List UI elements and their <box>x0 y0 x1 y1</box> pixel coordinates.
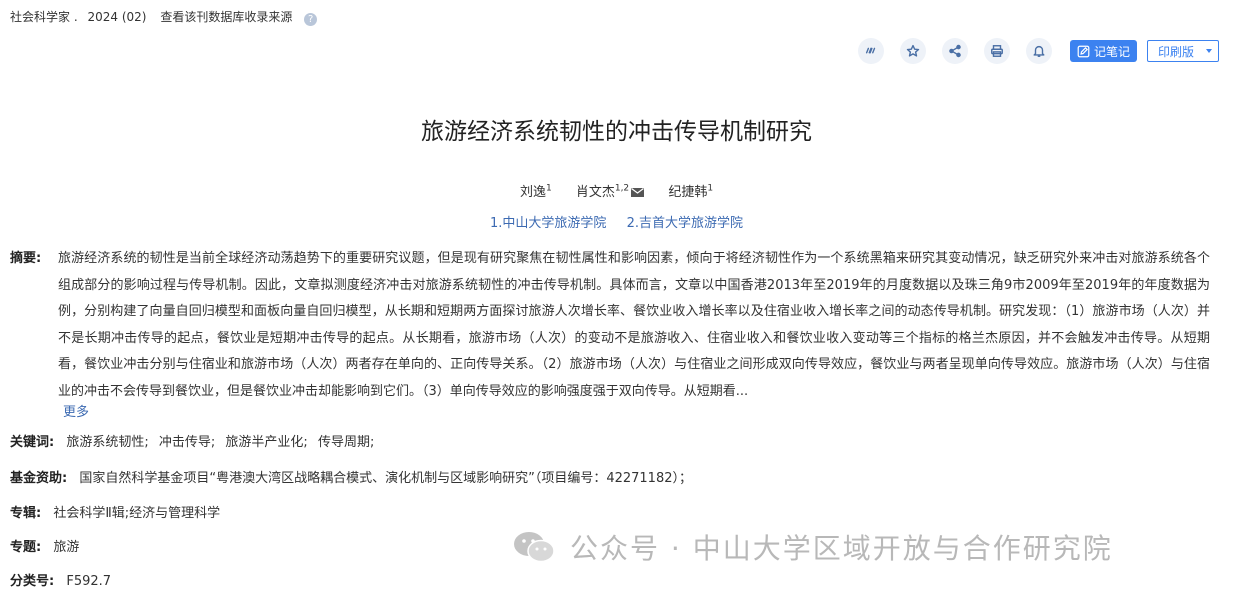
abstract-section: 摘要: 旅游经济系统的韧性是当前全球经济动荡趋势下的重要研究议题，但是现有研究聚… <box>10 246 1210 405</box>
share-icon[interactable] <box>941 38 968 64</box>
caret-down-icon <box>1206 49 1212 53</box>
print-edition-label: 印刷版 <box>1157 44 1194 59</box>
topic-label: 专题: <box>10 540 42 555</box>
db-source-link[interactable]: 查看该刊数据库收录来源 <box>160 10 292 24</box>
keyword-3[interactable]: 旅游半产业化; <box>225 435 307 450</box>
topic-row: 专题: 旅游 <box>10 536 79 555</box>
print-icon[interactable] <box>983 38 1010 64</box>
take-note-button[interactable]: 记笔记 <box>1069 40 1137 62</box>
keywords-label: 关键词: <box>10 435 55 450</box>
wechat-icon <box>514 532 555 563</box>
abstract-more-link[interactable]: 更多 <box>63 401 89 420</box>
watermark-text: 公众号 · 中山大学区域开放与合作研究院 <box>570 532 1113 565</box>
author-2[interactable]: 肖文杰1,2 <box>576 184 645 200</box>
fund-row: 基金资助: 国家自然科学基金项目“粤港澳大湾区战略耦合模式、演化机制与区域影响研… <box>10 467 692 486</box>
take-note-label: 记笔记 <box>1093 44 1130 59</box>
source-separator: . <box>73 10 78 24</box>
print-edition-dropdown[interactable]: 印刷版 <box>1146 40 1219 62</box>
classification-value: F592.7 <box>66 574 112 589</box>
help-icon[interactable]: ? <box>304 13 318 26</box>
classification-row: 分类号: F592.7 <box>10 570 111 589</box>
affiliation-2[interactable]: 2.吉首大学旅游学院 <box>627 216 743 231</box>
topic-value: 旅游 <box>53 540 80 555</box>
author-1[interactable]: 刘逸1 <box>520 184 552 200</box>
keyword-1[interactable]: 旅游系统韧性; <box>66 435 148 450</box>
fund-value[interactable]: 国家自然科学基金项目“粤港澳大湾区战略耦合模式、演化机制与区域影响研究”（项目编… <box>79 471 692 486</box>
watermark: 公众号 · 中山大学区域开放与合作研究院 <box>512 527 1113 567</box>
star-icon[interactable] <box>899 38 926 64</box>
affiliation-1[interactable]: 1.中山大学旅游学院 <box>490 216 606 231</box>
album-row: 专辑: 社会科学Ⅱ辑;经济与管理科学 <box>10 502 220 521</box>
album-value: 社会科学Ⅱ辑;经济与管理科学 <box>53 506 221 521</box>
affiliation-list: 1.中山大学旅游学院 2.吉首大学旅游学院 <box>0 212 1233 231</box>
journal-issue[interactable]: 2024 (02) <box>88 10 147 24</box>
article-title: 旅游经济系统韧性的冲击传导机制研究 <box>421 119 812 145</box>
source-line: 社会科学家 . 2024 (02) 查看该刊数据库收录来源 ? <box>10 8 318 26</box>
fund-label: 基金资助: <box>10 471 68 486</box>
pencil-icon <box>1077 45 1090 57</box>
mail-icon[interactable] <box>631 188 645 197</box>
album-label: 专辑: <box>10 506 42 521</box>
article-toolbar: 记笔记 印刷版 <box>842 38 1219 64</box>
keyword-2[interactable]: 冲击传导; <box>159 435 215 450</box>
classification-label: 分类号: <box>10 574 55 589</box>
author-3[interactable]: 纪捷韩1 <box>668 184 713 200</box>
keyword-4[interactable]: 传导周期; <box>318 435 374 450</box>
abstract-text: 旅游经济系统的韧性是当前全球经济动荡趋势下的重要研究议题，但是现有研究聚焦在韧性… <box>58 251 1210 399</box>
bell-icon[interactable] <box>1025 38 1052 64</box>
quote-icon[interactable] <box>857 38 884 64</box>
journal-name[interactable]: 社会科学家 <box>10 10 70 24</box>
abstract-label: 摘要: <box>10 251 42 266</box>
keywords-row: 关键词: 旅游系统韧性; 冲击传导; 旅游半产业化; 传导周期; <box>10 431 380 450</box>
author-list: 刘逸1 肖文杰1,2 纪捷韩1 <box>0 181 1233 200</box>
